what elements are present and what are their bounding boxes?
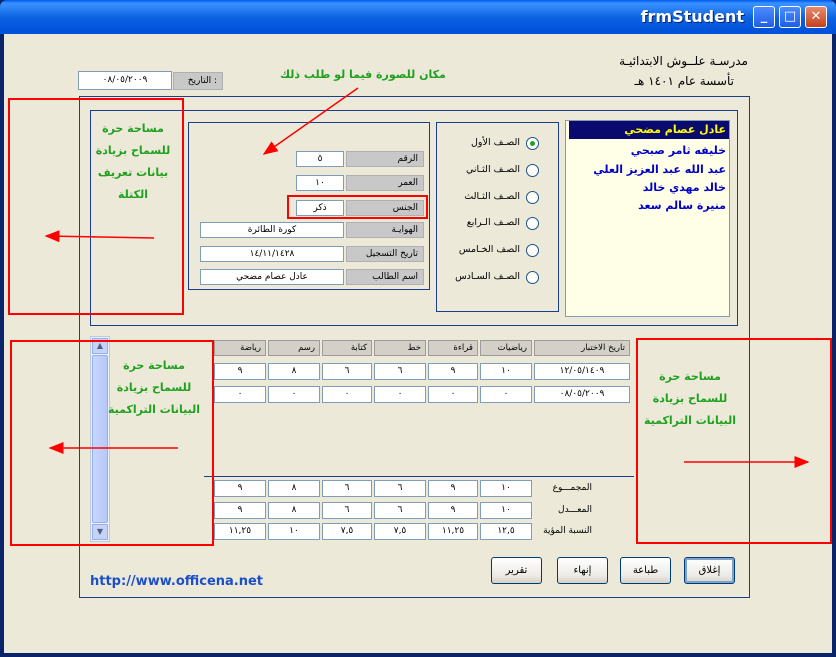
print-button[interactable]: طباعة [620,557,671,584]
left-arrow-top [44,230,155,243]
photo-arrow [262,87,359,155]
form-client-area: مدرسـة علــوش الابتدائيـة تأسسة عام ١٤٠١… [4,34,832,653]
minimize-button[interactable]: _ [753,6,775,28]
close-button[interactable]: إغلاق [684,557,735,584]
close-window-button[interactable]: ✕ [805,6,827,28]
end-button[interactable]: إنهاء [557,557,608,584]
report-button[interactable]: تقرير [491,557,542,584]
app-window: frmStudent _ □ ✕ مدرسـة علــوش الابتدائي… [0,0,836,657]
window-title: frmStudent [640,7,744,26]
title-bar[interactable]: frmStudent _ □ ✕ [0,0,836,34]
website-link[interactable]: http://www.officena.net [90,574,263,589]
maximize-button[interactable]: □ [779,6,801,28]
